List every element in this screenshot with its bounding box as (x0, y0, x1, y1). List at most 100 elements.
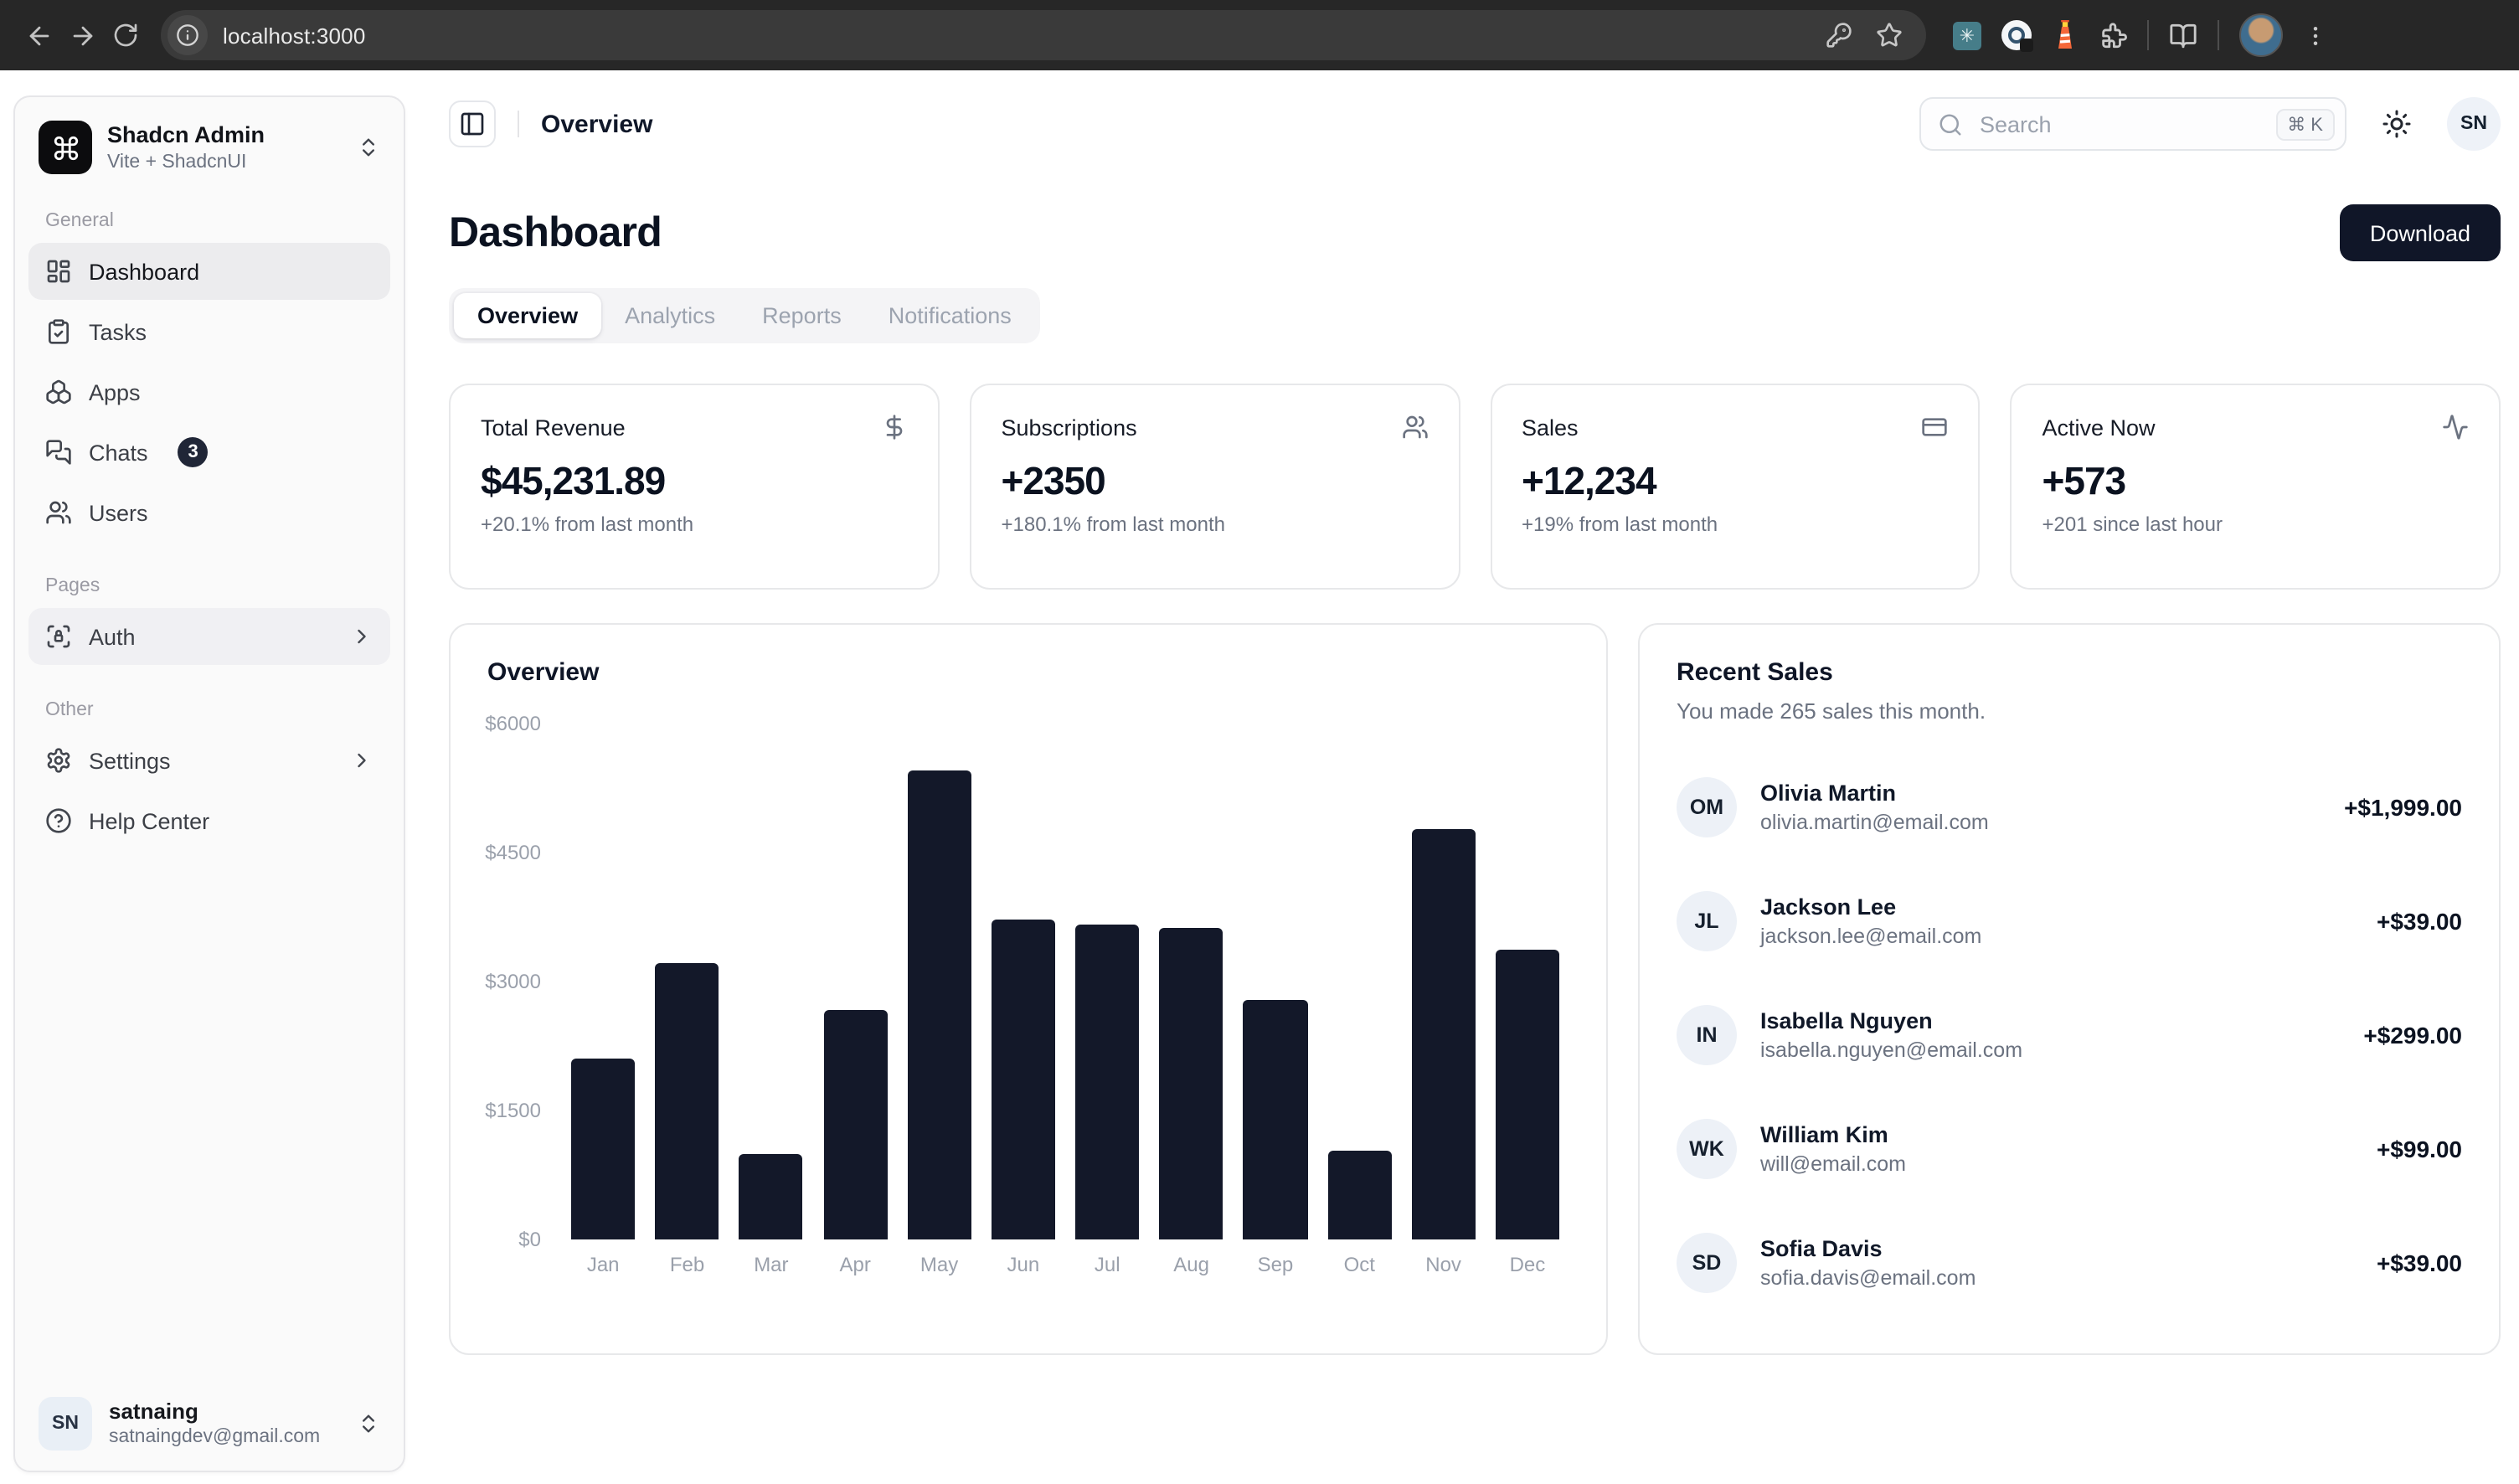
bar-mar (739, 1154, 803, 1239)
stat-title: Total Revenue (481, 415, 626, 440)
chevrons-up-down-icon (357, 1412, 380, 1435)
bar-jun (992, 920, 1055, 1239)
sidebar-item-help-center[interactable]: Help Center (28, 792, 390, 849)
key-icon[interactable] (1826, 22, 1852, 49)
sale-name: Sofia Davis (1760, 1236, 1976, 1261)
sidebar-item-auth[interactable]: Auth (28, 608, 390, 665)
section-label-other: Other (45, 700, 373, 720)
x-tick-label: Mar (729, 1253, 813, 1276)
user-name: satnaing (109, 1400, 320, 1425)
sidebar-item-dashboard[interactable]: Dashboard (28, 243, 390, 300)
auth-icon (45, 623, 72, 650)
sale-name: Jackson Lee (1760, 894, 1981, 920)
x-tick-label: Aug (1149, 1253, 1233, 1276)
chart-bars (561, 724, 1569, 1239)
x-tick-label: Feb (645, 1253, 729, 1276)
dollar-icon (881, 414, 908, 441)
more-menu-icon[interactable] (2303, 23, 2328, 48)
forward-icon[interactable] (60, 13, 104, 57)
x-tick-label: Dec (1486, 1253, 1569, 1276)
toolbar-divider (2218, 20, 2219, 50)
puzzle-icon[interactable] (2099, 21, 2127, 49)
section-label-pages: Pages (45, 576, 373, 596)
sale-email: sofia.davis@email.com (1760, 1266, 1976, 1290)
tab-reports[interactable]: Reports (739, 293, 865, 338)
chats-badge: 3 (178, 437, 209, 467)
sale-amount: +$299.00 (2363, 1022, 2462, 1049)
tab-notifications[interactable]: Notifications (865, 293, 1035, 338)
reading-list-icon[interactable] (2169, 21, 2197, 49)
brand-subtitle: Vite + ShadcnUI (107, 152, 265, 172)
sun-icon (2382, 109, 2412, 139)
help-icon (45, 807, 72, 834)
avatar: OM (1677, 777, 1737, 837)
theme-toggle-button[interactable] (2370, 97, 2424, 151)
x-tick-label: May (897, 1253, 981, 1276)
teal-extension-icon[interactable]: ✳ (1953, 21, 1981, 49)
stat-value: +12,234 (1522, 459, 1949, 504)
bar-slot (1317, 724, 1401, 1239)
sidebar: Shadcn Admin Vite + ShadcnUI General Das… (13, 95, 405, 1472)
sale-email: olivia.martin@email.com (1760, 811, 1989, 834)
bar-sep (1244, 1001, 1307, 1239)
recent-sales-card: Recent Sales You made 265 sales this mon… (1638, 623, 2501, 1355)
password-manager-icon[interactable] (2001, 20, 2032, 50)
sidebar-item-settings[interactable]: Settings (28, 732, 390, 789)
site-info-icon[interactable] (167, 15, 208, 55)
download-button[interactable]: Download (2340, 204, 2501, 261)
address-bar[interactable]: localhost:3000 (161, 10, 1926, 60)
bar-slot (981, 724, 1065, 1239)
header-divider (518, 111, 519, 137)
profile-avatar[interactable] (2239, 13, 2283, 57)
sidebar-item-apps[interactable]: Apps (28, 363, 390, 420)
sale-name: William Kim (1760, 1122, 1906, 1147)
chevron-right-icon (350, 625, 373, 648)
section-label-general: General (45, 211, 373, 231)
stat-card-total-revenue: Total Revenue $45,231.89 +20.1% from las… (449, 384, 940, 590)
sale-row: OM Olivia Martin olivia.martin@email.com… (1677, 777, 2462, 837)
bar-dec (1496, 950, 1559, 1239)
bar-slot (813, 724, 897, 1239)
sale-row: WK William Kim will@email.com +$99.00 (1677, 1119, 2462, 1179)
user-avatar: SN (39, 1397, 92, 1451)
bar-feb (655, 962, 719, 1239)
bar-jan (571, 1059, 635, 1239)
tab-overview[interactable]: Overview (454, 293, 601, 338)
y-tick-label: $3000 (485, 970, 541, 993)
browser-toolbar: localhost:3000 ✳ (0, 0, 2519, 70)
sale-email: will@email.com (1760, 1152, 1906, 1176)
sidebar-item-tasks[interactable]: Tasks (28, 303, 390, 360)
search-input-wrapper[interactable]: ⌘ K (1919, 97, 2346, 151)
stat-title: Subscriptions (1002, 415, 1137, 440)
bar-chart: $0$1500$3000$4500$6000 (487, 724, 1569, 1239)
bar-apr (823, 1011, 887, 1239)
sidebar-user-menu[interactable]: SN satnaing satnaingdev@gmail.com (28, 1387, 390, 1454)
team-switcher[interactable]: Shadcn Admin Vite + ShadcnUI (28, 117, 390, 178)
header-avatar[interactable]: SN (2447, 97, 2501, 151)
back-icon[interactable] (17, 13, 60, 57)
y-tick-label: $4500 (485, 841, 541, 864)
search-icon (1938, 111, 1963, 137)
sidebar-toggle-button[interactable] (449, 100, 496, 147)
screen: localhost:3000 ✳ Shadcn Admin (0, 0, 2519, 1484)
chart-y-axis: $0$1500$3000$4500$6000 (487, 724, 561, 1239)
stat-title: Sales (1522, 415, 1579, 440)
stat-change: +180.1% from last month (1002, 513, 1429, 536)
sidebar-item-users[interactable]: Users (28, 484, 390, 541)
star-icon[interactable] (1876, 22, 1903, 49)
reload-icon[interactable] (104, 13, 147, 57)
sale-row: SD Sofia Davis sofia.davis@email.com +$3… (1677, 1233, 2462, 1293)
page-title: Dashboard (449, 209, 662, 257)
sidebar-item-label: Tasks (89, 319, 147, 344)
extensions-row: ✳ (1953, 13, 2328, 57)
search-input[interactable] (1976, 110, 2262, 138)
lighthouse-icon[interactable] (2052, 20, 2079, 50)
overview-chart-card: Overview $0$1500$3000$4500$6000 JanFebMa… (449, 623, 1608, 1355)
avatar: WK (1677, 1119, 1737, 1179)
stat-card-subscriptions: Subscriptions +2350 +180.1% from last mo… (970, 384, 1460, 590)
tab-analytics[interactable]: Analytics (601, 293, 739, 338)
x-tick-label: Oct (1317, 1253, 1401, 1276)
x-tick-label: Nov (1401, 1253, 1485, 1276)
sidebar-item-chats[interactable]: Chats 3 (28, 424, 390, 481)
stat-value: +573 (2043, 459, 2470, 504)
